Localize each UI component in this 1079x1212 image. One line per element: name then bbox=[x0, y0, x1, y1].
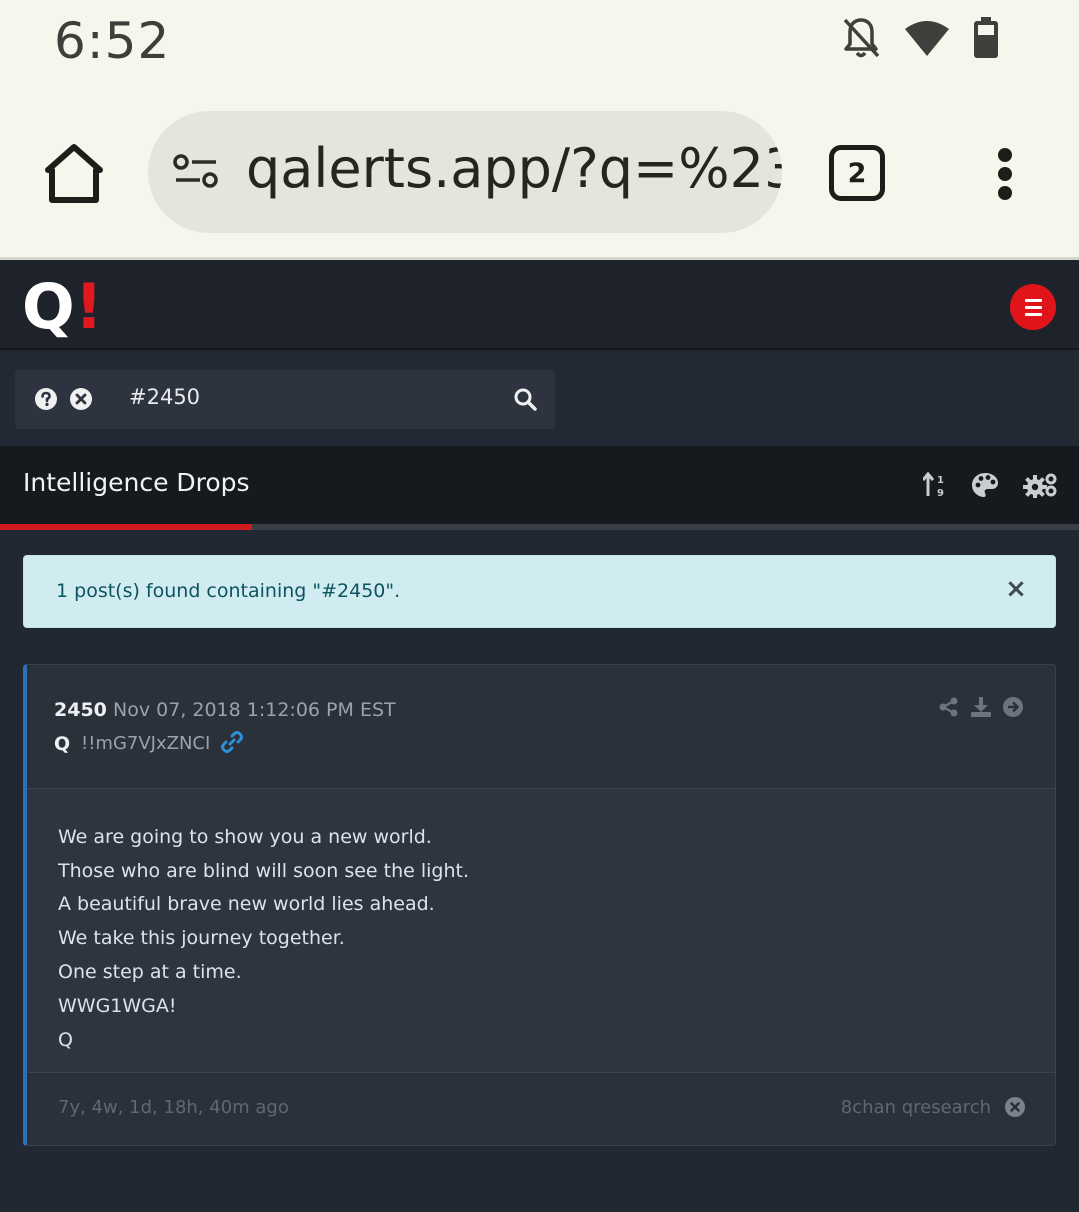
url-bar[interactable]: qalerts.app/?q=%23 bbox=[148, 111, 782, 233]
svg-text:9: 9 bbox=[937, 488, 944, 498]
post-line: We take this journey together. bbox=[58, 927, 345, 949]
alert-message: 1 post(s) found containing "#2450". bbox=[56, 580, 401, 602]
home-icon bbox=[40, 144, 108, 210]
dot bbox=[998, 186, 1012, 200]
battery-icon bbox=[973, 17, 999, 59]
dot bbox=[998, 148, 1012, 162]
post-line: Q bbox=[58, 1029, 73, 1051]
post-date: Nov 07, 2018 1:12:06 PM EST bbox=[113, 699, 396, 721]
post-number[interactable]: 2450 bbox=[54, 699, 107, 721]
open-icon[interactable] bbox=[1003, 697, 1023, 721]
wifi-icon bbox=[903, 19, 951, 57]
alert-close-button[interactable]: × bbox=[1002, 575, 1030, 603]
post-age: 7y, 4w, 1d, 18h, 40m ago bbox=[58, 1097, 289, 1118]
clear-icon[interactable] bbox=[70, 388, 92, 414]
status-time: 6:52 bbox=[54, 12, 171, 70]
download-icon[interactable] bbox=[971, 697, 991, 721]
help-icon[interactable] bbox=[35, 388, 57, 414]
status-bar: 6:52 bbox=[0, 0, 1079, 90]
settings-icon[interactable] bbox=[1023, 472, 1057, 502]
search-area: #2450 bbox=[0, 352, 1079, 446]
post-header: 2450 Nov 07, 2018 1:12:06 PM EST Q !!mG7… bbox=[27, 665, 1055, 789]
source-close-icon[interactable] bbox=[1005, 1097, 1025, 1121]
overflow-menu-button[interactable] bbox=[996, 148, 1014, 200]
post-tripcode: !!mG7VJxZNCI bbox=[81, 733, 211, 754]
search-result-alert: 1 post(s) found containing "#2450". × bbox=[23, 555, 1056, 628]
browser-toolbar: qalerts.app/?q=%23 2 bbox=[0, 90, 1079, 258]
url-text: qalerts.app/?q=%23 bbox=[246, 137, 782, 200]
bell-off-icon bbox=[841, 16, 881, 60]
home-button[interactable] bbox=[40, 140, 108, 206]
share-icon[interactable] bbox=[939, 697, 959, 721]
post-line: WWG1WGA! bbox=[58, 995, 177, 1017]
post-line: A beautiful brave new world lies ahead. bbox=[58, 893, 435, 915]
post-actions bbox=[939, 697, 1023, 721]
post-card: 2450 Nov 07, 2018 1:12:06 PM EST Q !!mG7… bbox=[23, 664, 1056, 1146]
post-footer: 7y, 4w, 1d, 18h, 40m ago 8chan qresearch bbox=[27, 1073, 1055, 1145]
section-header: Intelligence Drops 1 9 bbox=[0, 446, 1079, 524]
post-line: Those who are blind will soon see the li… bbox=[58, 860, 470, 882]
tab-switcher-button[interactable]: 2 bbox=[829, 145, 885, 201]
section-tools: 1 9 bbox=[921, 471, 1057, 502]
search-box[interactable]: #2450 bbox=[15, 370, 555, 429]
progress-track bbox=[0, 524, 1079, 530]
status-icons bbox=[841, 16, 999, 60]
palette-icon[interactable] bbox=[971, 472, 999, 502]
post-source[interactable]: 8chan qresearch bbox=[841, 1097, 991, 1118]
sort-icon[interactable]: 1 9 bbox=[921, 471, 947, 502]
post-author: Q bbox=[54, 733, 71, 755]
menu-bar bbox=[1024, 312, 1042, 316]
site-settings-icon[interactable] bbox=[172, 151, 220, 195]
post-line: We are going to show you a new world. bbox=[58, 826, 432, 848]
search-icon[interactable] bbox=[513, 387, 537, 415]
post-line: One step at a time. bbox=[58, 961, 242, 983]
permalink-icon[interactable] bbox=[221, 731, 243, 757]
progress-fill bbox=[0, 524, 253, 530]
menu-bar bbox=[1024, 298, 1042, 302]
dot bbox=[998, 167, 1012, 181]
svg-text:1: 1 bbox=[937, 475, 944, 486]
logo-exclamation: ! bbox=[74, 270, 103, 343]
menu-bar bbox=[1024, 305, 1042, 309]
site-header: Q! bbox=[0, 260, 1079, 350]
post-body: We are going to show you a new world. Th… bbox=[27, 789, 1055, 1073]
section-title: Intelligence Drops bbox=[23, 468, 250, 497]
logo-q: Q bbox=[22, 270, 75, 343]
menu-button[interactable] bbox=[1010, 284, 1056, 330]
search-input[interactable]: #2450 bbox=[129, 385, 200, 409]
site-logo[interactable]: Q! bbox=[22, 274, 103, 340]
